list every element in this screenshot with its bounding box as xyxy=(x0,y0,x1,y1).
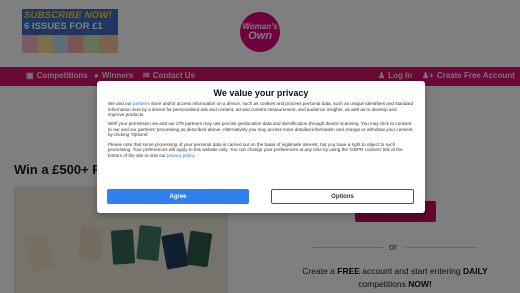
consent-text: store and/or access information on a dev… xyxy=(108,101,414,118)
consent-paragraph: We and our partners store and/or access … xyxy=(108,101,414,118)
consent-paragraph: With your permission we and our 279 part… xyxy=(108,121,413,138)
consent-title: We value your privacy xyxy=(213,88,309,98)
agree-button[interactable]: Agree xyxy=(107,189,249,204)
consent-dialog: We value your privacy We and our partner… xyxy=(97,81,425,213)
consent-paragraph: Please note that some processing of your… xyxy=(108,142,414,159)
partners-link[interactable]: partners xyxy=(133,101,150,106)
consent-text: We and our xyxy=(108,101,133,106)
consent-text: . xyxy=(194,152,196,158)
privacy-policy-link[interactable]: privacy policy xyxy=(167,153,194,158)
consent-body: We and our partners store and/or access … xyxy=(108,101,414,162)
options-button[interactable]: Options xyxy=(271,189,414,204)
consent-text: Please note that some processing of your… xyxy=(108,141,403,158)
